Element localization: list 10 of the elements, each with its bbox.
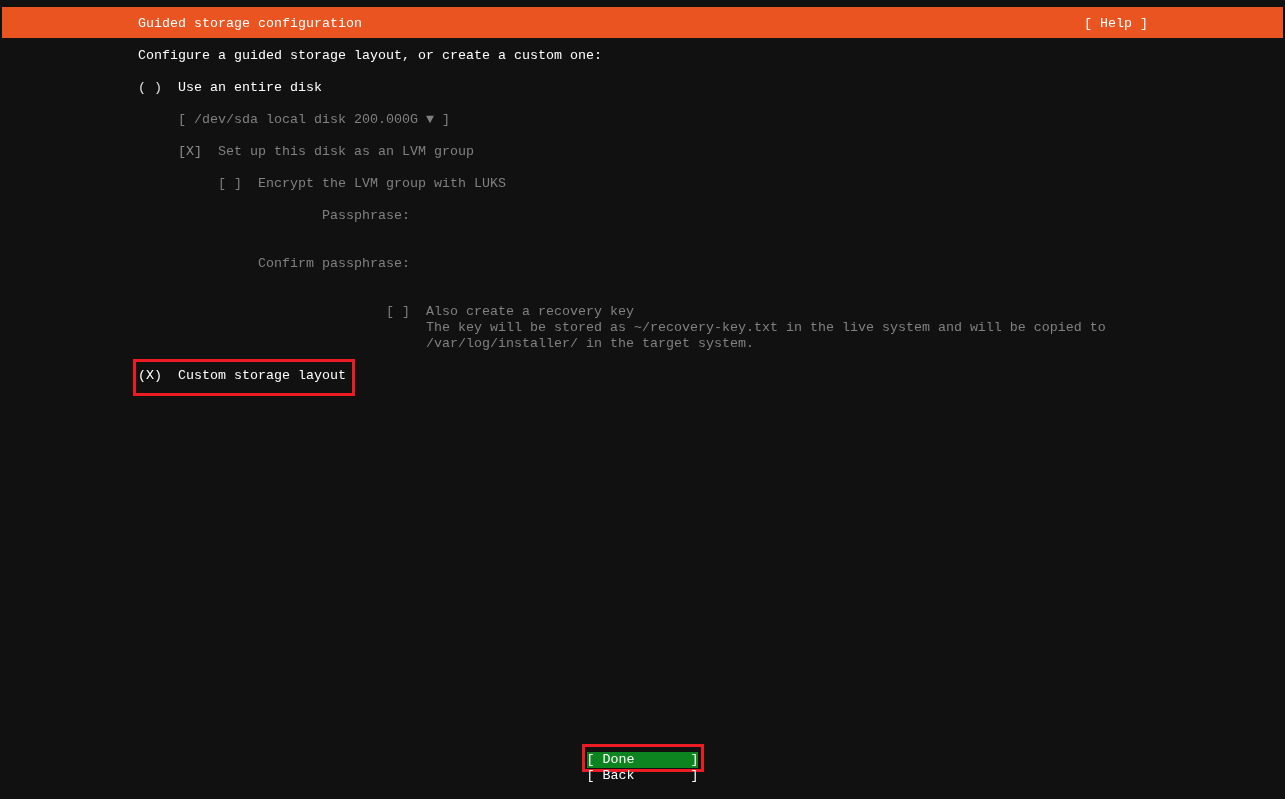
intro-text: Configure a guided storage layout, or create a custom one:	[138, 48, 602, 64]
help-button[interactable]: [ Help ]	[1084, 16, 1148, 32]
action-button[interactable]: [ Done ]	[586, 752, 699, 768]
field-label: Confirm passphrase:	[258, 256, 410, 272]
help-text: The key will be stored as ~/recovery-key.txt in the live system and will be copied to /var/log/installer/ in the target system.	[426, 320, 1107, 352]
field-label: Passphrase:	[322, 208, 410, 224]
radio-option[interactable]: ( ) Use an entire disk	[138, 80, 322, 96]
screen-title: Guided storage configuration	[138, 16, 362, 32]
radio-option[interactable]: (X) Custom storage layout	[138, 368, 346, 384]
action-button[interactable]: [ Back ]	[586, 768, 699, 784]
